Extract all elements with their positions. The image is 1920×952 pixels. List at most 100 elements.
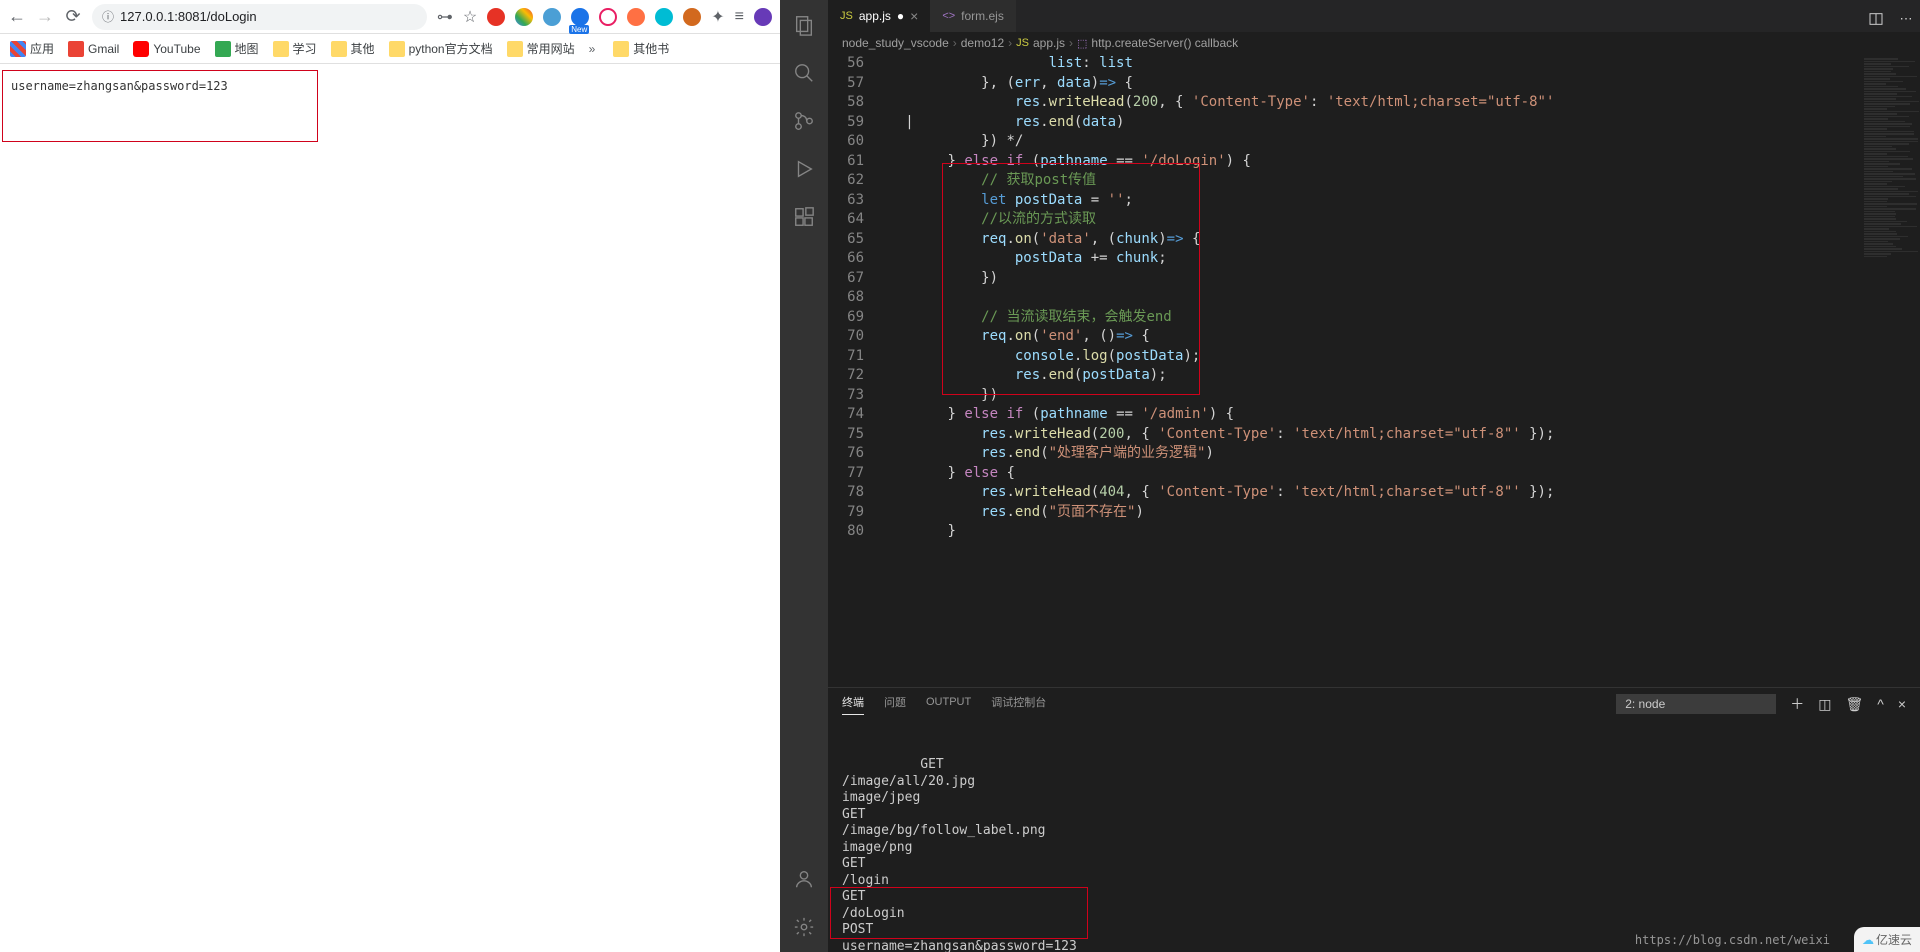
- crumb[interactable]: http.createServer() callback: [1091, 36, 1238, 50]
- back-button[interactable]: ←: [8, 8, 26, 26]
- modified-dot-icon: ●: [897, 9, 904, 23]
- bm-gmail[interactable]: Gmail: [68, 41, 119, 57]
- terminal-selector-value: 2: node: [1625, 697, 1665, 711]
- bm-python[interactable]: python官方文档: [389, 40, 493, 57]
- browser-viewport: username=zhangsan&password=123: [0, 64, 780, 952]
- response-box: username=zhangsan&password=123: [2, 70, 318, 142]
- line-numbers: 56 57 58 59 60 61 62 63 64 65 66 67 68 6…: [828, 54, 880, 687]
- ext-icon-3[interactable]: [543, 8, 561, 26]
- terminal-selector[interactable]: 2: node: [1616, 694, 1776, 714]
- map-icon: [215, 41, 231, 57]
- bookmarks-bar: 应用 Gmail YouTube 地图 学习 其他 python官方文档 常用网…: [0, 34, 780, 64]
- avatar-icon[interactable]: [754, 8, 772, 26]
- watermark-icon: ☁: [1862, 933, 1874, 947]
- bm-map-label: 地图: [235, 40, 259, 57]
- panel-tabs: 终端 问题 OUTPUT 调试控制台 2: node ＋ ◫ 🗑 ^ ×: [828, 688, 1920, 720]
- bm-study-label: 学习: [293, 40, 317, 57]
- ext-icon-6[interactable]: [627, 8, 645, 26]
- tab-debug-console[interactable]: 调试控制台: [991, 694, 1046, 714]
- ejs-file-icon: <>: [942, 10, 955, 22]
- bm-other2[interactable]: 其他书: [613, 40, 669, 57]
- reading-list-icon[interactable]: ≡: [735, 8, 744, 26]
- ext-icon-4[interactable]: New: [571, 8, 589, 26]
- address-bar[interactable]: ⓘ 127.0.0.1:8081/doLogin: [92, 4, 427, 30]
- folder-icon: [331, 41, 347, 57]
- terminal-output: GET /image/all/20.jpg image/jpeg GET /im…: [842, 757, 1077, 952]
- info-icon[interactable]: ⓘ: [102, 8, 114, 25]
- explorer-icon[interactable]: [791, 12, 817, 38]
- breadcrumbs[interactable]: node_study_vscode› demo12› JS app.js› ⬚ …: [828, 32, 1920, 54]
- extensions-icon[interactable]: ✦: [711, 7, 724, 27]
- footer-url: https://blog.csdn.net/weixi: [1635, 932, 1830, 949]
- code-editor[interactable]: 56 57 58 59 60 61 62 63 64 65 66 67 68 6…: [828, 54, 1920, 687]
- tab-form-ejs[interactable]: <> form.ejs: [930, 0, 1016, 32]
- bm-map[interactable]: 地图: [215, 40, 259, 57]
- response-text: username=zhangsan&password=123: [11, 79, 228, 93]
- crumb[interactable]: app.js: [1033, 36, 1065, 50]
- bm-overflow-icon[interactable]: »: [589, 42, 596, 56]
- vscode-window: JS app.js ● × <> form.ejs ⋯ node_study_v…: [780, 0, 1920, 952]
- key-icon[interactable]: ⊶: [437, 7, 453, 27]
- editor-tabs: JS app.js ● × <> form.ejs ⋯: [828, 0, 1920, 32]
- tab-label: form.ejs: [961, 9, 1004, 23]
- code-content[interactable]: list: list }, (err, data)=> { res.writeH…: [880, 54, 1860, 687]
- folder-icon: [507, 41, 523, 57]
- tab-problems[interactable]: 问题: [884, 694, 906, 714]
- bm-youtube[interactable]: YouTube: [133, 41, 200, 57]
- toolbar-icons: ⊶ ☆ New ✦ ≡: [437, 7, 772, 27]
- watermark: ☁ 亿速云: [1854, 927, 1920, 952]
- ext-icon-5[interactable]: [599, 8, 617, 26]
- ext-icon-7[interactable]: [655, 8, 673, 26]
- kill-terminal-icon[interactable]: 🗑: [1845, 696, 1863, 713]
- new-terminal-icon[interactable]: ＋: [1790, 694, 1804, 714]
- bm-common[interactable]: 常用网站: [507, 40, 575, 57]
- crumb[interactable]: demo12: [961, 36, 1004, 50]
- crumb[interactable]: node_study_vscode: [842, 36, 949, 50]
- folder-icon: [613, 41, 629, 57]
- tab-label: app.js: [859, 9, 891, 23]
- reload-button[interactable]: ⟳: [64, 8, 82, 26]
- extensions-icon[interactable]: [791, 204, 817, 230]
- apps-icon: [10, 41, 26, 57]
- watermark-text: 亿速云: [1876, 931, 1912, 948]
- bm-other2-label: 其他书: [633, 40, 669, 57]
- settings-icon[interactable]: [791, 914, 817, 940]
- vscode-main: JS app.js ● × <> form.ejs ⋯ node_study_v…: [780, 0, 1920, 952]
- tab-app-js[interactable]: JS app.js ● ×: [828, 0, 930, 32]
- minimap[interactable]: [1860, 54, 1920, 687]
- maximize-panel-icon[interactable]: ^: [1877, 696, 1884, 712]
- terminal-content[interactable]: GET /image/all/20.jpg image/jpeg GET /im…: [828, 720, 1920, 952]
- ext-icon-1[interactable]: [487, 8, 505, 26]
- split-terminal-icon[interactable]: ◫: [1818, 696, 1831, 713]
- apps-shortcut[interactable]: 应用: [10, 40, 54, 57]
- bm-common-label: 常用网站: [527, 40, 575, 57]
- more-actions-icon[interactable]: ⋯: [1892, 6, 1920, 32]
- browser-toolbar: ← → ⟳ ⓘ 127.0.0.1:8081/doLogin ⊶ ☆ New ✦…: [0, 0, 780, 34]
- url-text: 127.0.0.1:8081/doLogin: [120, 9, 257, 24]
- close-icon[interactable]: ×: [910, 8, 918, 24]
- tab-terminal[interactable]: 终端: [842, 694, 864, 715]
- method-icon: ⬚: [1077, 37, 1087, 50]
- ext-icon-2[interactable]: [515, 8, 533, 26]
- bm-gmail-label: Gmail: [88, 42, 119, 56]
- run-icon[interactable]: [791, 156, 817, 182]
- folder-icon: [389, 41, 405, 57]
- js-file-icon: JS: [840, 10, 853, 22]
- split-editor-icon[interactable]: [1860, 6, 1892, 32]
- bm-other[interactable]: 其他: [331, 40, 375, 57]
- ext-icon-8[interactable]: [683, 8, 701, 26]
- tab-output[interactable]: OUTPUT: [926, 696, 971, 712]
- bm-study[interactable]: 学习: [273, 40, 317, 57]
- bottom-panel: 终端 问题 OUTPUT 调试控制台 2: node ＋ ◫ 🗑 ^ ×: [828, 687, 1920, 952]
- search-icon[interactable]: [791, 60, 817, 86]
- account-icon[interactable]: [791, 866, 817, 892]
- activity-bar: [780, 0, 828, 952]
- close-panel-icon[interactable]: ×: [1898, 696, 1906, 712]
- forward-button: →: [36, 8, 54, 26]
- folder-icon: [273, 41, 289, 57]
- youtube-icon: [133, 41, 149, 57]
- chrome-browser: ← → ⟳ ⓘ 127.0.0.1:8081/doLogin ⊶ ☆ New ✦…: [0, 0, 780, 952]
- js-file-icon: JS: [1016, 37, 1029, 49]
- source-control-icon[interactable]: [791, 108, 817, 134]
- star-icon[interactable]: ☆: [463, 7, 477, 27]
